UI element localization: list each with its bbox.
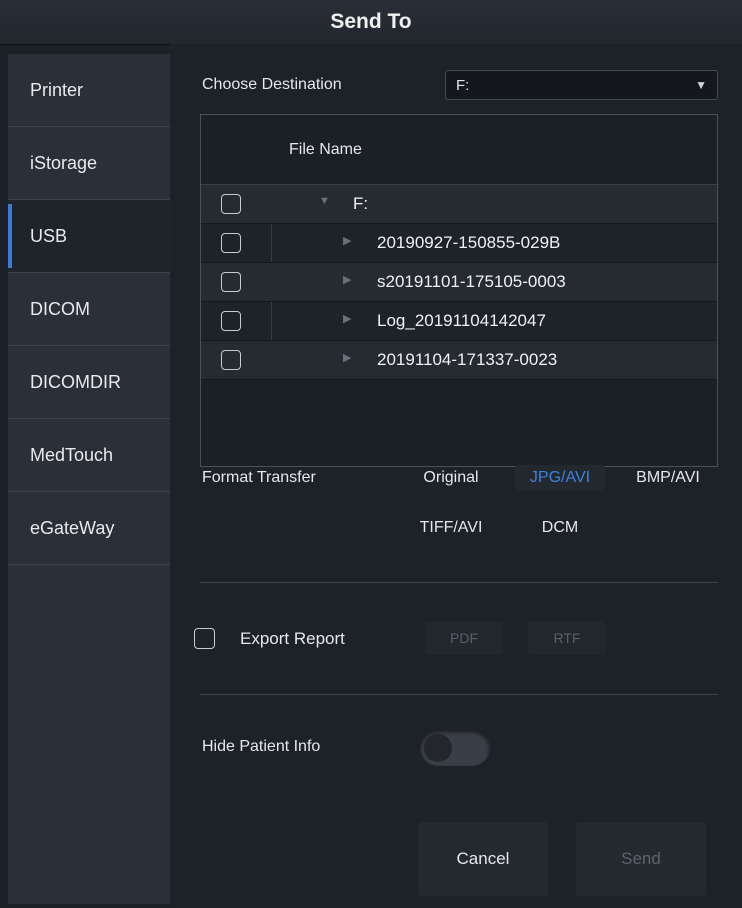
destination-value: F:	[456, 76, 470, 94]
destination-sidebar: Printer iStorage USB DICOM DICOMDIR MedT…	[8, 54, 170, 904]
sidebar-item-dicomdir[interactable]: DICOMDIR	[8, 346, 170, 419]
format-bmp-avi-option[interactable]: BMP/AVI	[623, 469, 713, 487]
collapse-arrow-icon[interactable]: ▼	[319, 195, 330, 207]
file-table: File Name ▼ F: ▶ 20190927-150855-029B ▶ …	[200, 114, 718, 467]
expand-arrow-icon[interactable]: ▶	[343, 312, 351, 325]
destination-select[interactable]: F: ▼	[445, 70, 718, 100]
format-original-option[interactable]: Original	[406, 469, 496, 487]
sidebar-item-usb[interactable]: USB	[8, 200, 170, 273]
row-checkbox[interactable]	[221, 272, 241, 292]
export-report-checkbox[interactable]	[194, 628, 215, 649]
row-checkbox[interactable]	[221, 311, 241, 331]
table-row[interactable]: ▶ s20191101-175105-0003	[201, 263, 717, 302]
row-divider	[271, 224, 272, 262]
table-row[interactable]: ▶ 20190927-150855-029B	[201, 224, 717, 263]
file-name: 20191104-171337-0023	[377, 350, 558, 369]
rtf-format-button[interactable]: RTF	[528, 621, 606, 655]
sidebar-item-dicom[interactable]: DICOM	[8, 273, 170, 346]
table-row[interactable]: ▶ 20191104-171337-0023	[201, 341, 717, 380]
sidebar-item-printer[interactable]: Printer	[8, 54, 170, 127]
toggle-knob	[424, 734, 452, 762]
file-name: s20191101-175105-0003	[377, 272, 566, 291]
format-tiff-avi-option[interactable]: TIFF/AVI	[406, 519, 496, 537]
file-name: F:	[353, 194, 369, 213]
expand-arrow-icon[interactable]: ▶	[343, 351, 351, 364]
expand-arrow-icon[interactable]: ▶	[343, 273, 351, 286]
divider	[200, 694, 718, 695]
file-name-header: File Name	[201, 115, 717, 185]
sidebar-item-egateway[interactable]: eGateWay	[8, 492, 170, 565]
table-row[interactable]: ▼ F:	[201, 185, 717, 224]
row-divider	[271, 302, 272, 340]
choose-destination-label: Choose Destination	[202, 76, 342, 93]
dropdown-arrow-icon: ▼	[695, 78, 707, 92]
sidebar-item-medtouch[interactable]: MedTouch	[8, 419, 170, 492]
hide-patient-info-label: Hide Patient Info	[202, 738, 321, 755]
pdf-format-button[interactable]: PDF	[425, 621, 503, 655]
file-name: 20190927-150855-029B	[377, 233, 561, 252]
send-button[interactable]: Send	[576, 822, 706, 896]
hide-patient-info-toggle[interactable]	[420, 730, 490, 766]
format-jpg-avi-option[interactable]: JPG/AVI	[515, 465, 605, 491]
expand-arrow-icon[interactable]: ▶	[343, 234, 351, 247]
send-panel: Choose Destination F: ▼ File Name ▼ F: ▶…	[170, 44, 742, 908]
row-checkbox[interactable]	[221, 233, 241, 253]
table-row[interactable]: ▶ Log_20191104142047	[201, 302, 717, 341]
row-checkbox[interactable]	[221, 350, 241, 370]
cancel-button[interactable]: Cancel	[418, 822, 548, 896]
sidebar-item-istorage[interactable]: iStorage	[8, 127, 170, 200]
format-dcm-option[interactable]: DCM	[515, 519, 605, 537]
divider	[200, 582, 718, 583]
dialog-title: Send To	[0, 0, 742, 45]
format-transfer-label: Format Transfer	[202, 469, 316, 486]
row-checkbox[interactable]	[221, 194, 241, 214]
export-report-label: Export Report	[240, 629, 345, 648]
file-name: Log_20191104142047	[377, 311, 546, 330]
